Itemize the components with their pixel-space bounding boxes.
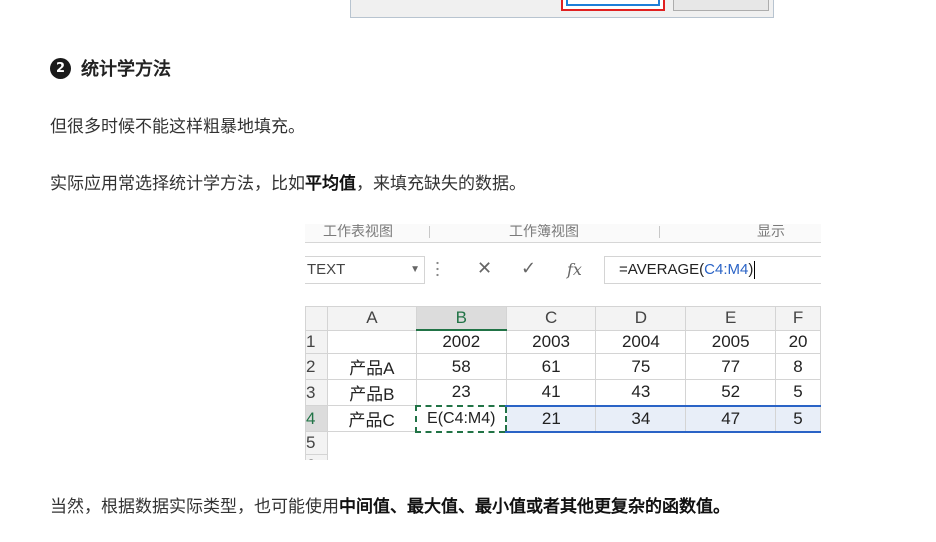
name-box[interactable]: TEXT ▼ (305, 256, 425, 284)
cell[interactable] (506, 455, 596, 461)
cell[interactable]: 47 (685, 404, 777, 433)
section-heading: 2 统计学方法 (50, 56, 171, 80)
excel-ribbon: 工作表视图 工作簿视图 显示 (305, 224, 821, 243)
name-box-value: TEXT (307, 261, 346, 278)
cell[interactable]: 2005 (685, 329, 777, 354)
cell[interactable]: 21 (505, 404, 597, 433)
cell[interactable]: 2004 (595, 329, 687, 354)
cell[interactable] (327, 432, 416, 455)
table-row: 2 产品A 58 61 75 77 8 (305, 353, 821, 380)
cell[interactable]: 43 (595, 379, 687, 406)
cell[interactable]: 75 (595, 353, 687, 380)
cell[interactable]: 5 (775, 379, 821, 406)
paragraph-2-bold: 平均值 (305, 174, 356, 194)
row-header-6[interactable]: 6 (305, 454, 328, 460)
column-header-b[interactable]: B (415, 306, 507, 331)
row-header-5[interactable]: 5 (305, 431, 328, 455)
column-header-d[interactable]: D (595, 306, 687, 331)
column-header-f[interactable]: F (775, 306, 821, 331)
ok-button-highlight (561, 0, 665, 11)
table-row: 4 产品C E(C4:M4) 21 34 47 5 (305, 404, 821, 433)
cell[interactable]: 23 (415, 379, 507, 406)
cell[interactable] (776, 455, 821, 461)
check-icon[interactable]: ✓ (521, 258, 536, 279)
cell[interactable]: 77 (685, 353, 777, 380)
column-header-e[interactable]: E (685, 306, 777, 331)
cell[interactable]: 产品A (326, 353, 417, 380)
cell[interactable] (327, 455, 416, 461)
cell[interactable]: 41 (505, 379, 597, 406)
drag-handle-icon[interactable] (436, 260, 439, 278)
column-header-c[interactable]: C (505, 306, 597, 331)
ribbon-group-show: 显示 (757, 224, 785, 239)
cell[interactable] (596, 432, 686, 455)
column-header-a[interactable]: A (326, 306, 417, 331)
row-header-3[interactable]: 3 (305, 379, 328, 406)
table-row: 6 (305, 454, 821, 461)
paragraph-3-bold: 中间值、最大值、最小值或者其他更复杂的函数值。 (339, 497, 730, 517)
text-cursor (754, 261, 756, 280)
cancel-button-fragment (673, 0, 769, 11)
paragraph-1: 但很多时候不能这样粗暴地填充。 (50, 117, 305, 137)
cell[interactable] (416, 455, 506, 461)
formula-bar: TEXT ▼ ✕ ✓ fx =AVERAGE(C4:M4) (305, 253, 821, 289)
formula-range-ref: C4:M4 (704, 261, 749, 278)
table-row: 3 产品B 23 41 43 52 5 (305, 379, 821, 406)
cell[interactable]: 20 (775, 329, 821, 354)
cell[interactable] (776, 432, 821, 455)
ribbon-group-workbook-view: 工作簿视图 (509, 224, 579, 239)
number-badge: 2 (50, 57, 71, 79)
cell[interactable]: 58 (415, 353, 507, 380)
cell[interactable]: 2002 (415, 329, 507, 354)
cell[interactable]: 产品B (326, 379, 417, 406)
paragraph-2: 实际应用常选择统计学方法，比如平均值，来填充缺失的数据。 (50, 169, 526, 194)
section-title-text: 统计学方法 (81, 59, 171, 80)
paragraph-3-text: 当然，根据数据实际类型，也可能使用 (50, 497, 339, 517)
cell[interactable] (686, 432, 776, 455)
select-all-corner[interactable] (305, 306, 328, 331)
spreadsheet-grid: A B C D E F 1 2002 2003 2004 2005 20 2 产… (305, 306, 821, 460)
excel-screenshot: 工作表视图 工作簿视图 显示 TEXT ▼ ✕ ✓ fx =AVERAGE(C4… (305, 224, 821, 460)
cell[interactable]: 52 (685, 379, 777, 406)
ribbon-group-sheet-view: 工作表视图 (323, 224, 393, 239)
cell[interactable] (416, 432, 506, 455)
row-header-4[interactable]: 4 (305, 405, 328, 432)
cell[interactable]: 5 (775, 404, 821, 433)
table-row: 5 (305, 431, 821, 455)
formula-suffix: ) (748, 261, 754, 278)
formula-input[interactable]: =AVERAGE(C4:M4) (604, 256, 821, 284)
cell[interactable]: 2003 (505, 329, 597, 354)
formula-prefix: =AVERAGE( (619, 261, 705, 278)
table-row: 1 2002 2003 2004 2005 20 (305, 329, 821, 354)
paragraph-2-tail: ，来填充缺失的数据。 (356, 174, 526, 194)
row-header-1[interactable]: 1 (305, 329, 328, 354)
cell[interactable] (596, 455, 686, 461)
cell[interactable] (506, 432, 596, 455)
cell[interactable] (326, 329, 417, 354)
cell[interactable]: 61 (505, 353, 597, 380)
cell[interactable]: 8 (775, 353, 821, 380)
dialog-fragment (350, 0, 774, 18)
fx-icon[interactable]: fx (567, 260, 582, 279)
cell[interactable]: 产品C (326, 405, 417, 432)
cancel-icon[interactable]: ✕ (477, 258, 492, 279)
cell[interactable]: 34 (595, 404, 687, 433)
active-formula-cell[interactable]: E(C4:M4) (415, 404, 508, 433)
paragraph-3: 当然，根据数据实际类型，也可能使用中间值、最大值、最小值或者其他更复杂的函数值。 (50, 492, 730, 517)
row-header-2[interactable]: 2 (305, 353, 328, 380)
chevron-down-icon[interactable]: ▼ (410, 257, 420, 283)
paragraph-2-text: 实际应用常选择统计学方法，比如 (50, 174, 305, 194)
cell[interactable] (686, 455, 776, 461)
